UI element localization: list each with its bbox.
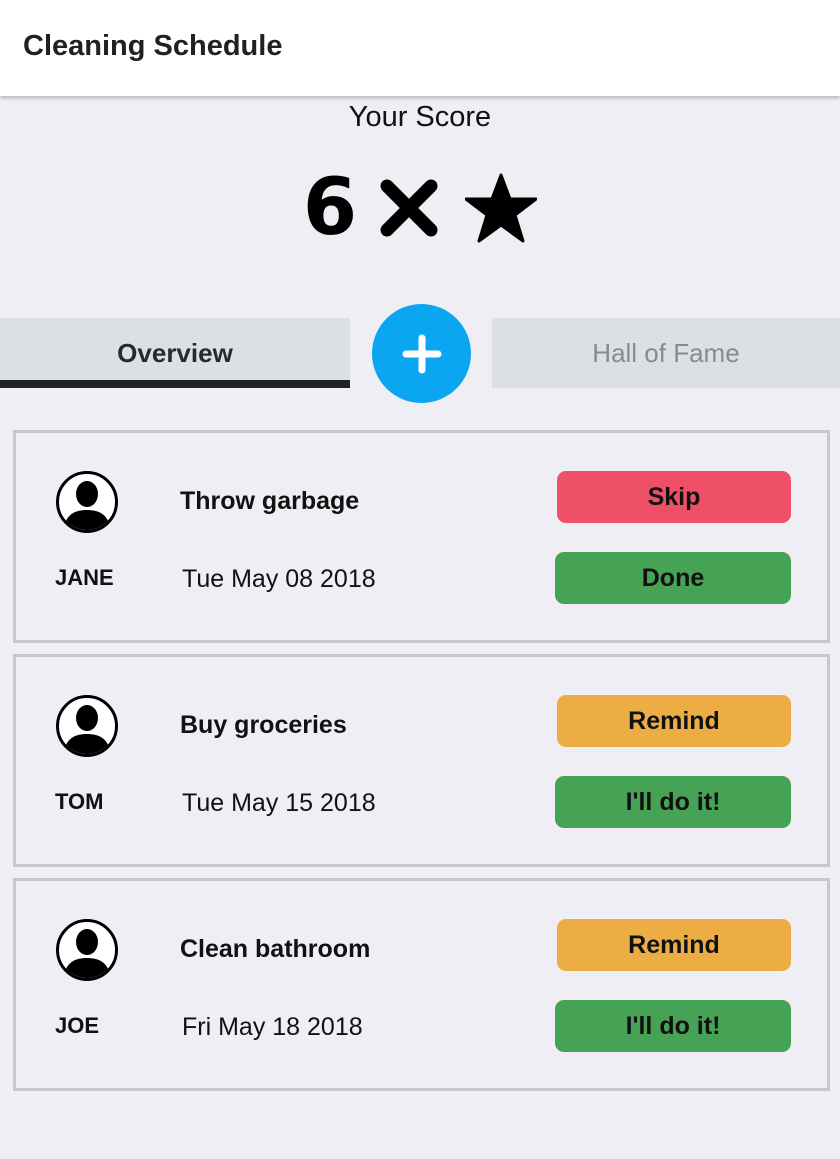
score-display: 6 [0,163,840,253]
avatar-icon [56,471,118,533]
remind-button[interactable]: Remind [557,695,791,747]
ill-do-it-button[interactable]: I'll do it! [555,1000,791,1052]
assignee-name: JOE [55,1013,100,1038]
task-date: Tue May 15 2018 [182,789,376,817]
task-card: JOE Clean bathroom Fri May 18 2018 Remin… [13,878,830,1091]
avatar-icon [56,695,118,757]
score-value: 6 [302,163,358,253]
tab-hall-of-fame-label: Hall of Fame [592,337,740,368]
plus-icon [402,334,441,373]
avatar-icon [56,919,118,981]
ill-do-it-button[interactable]: I'll do it! [555,776,791,828]
tab-overview-label: Overview [117,337,233,368]
task-date: Fri May 18 2018 [182,1013,363,1041]
app-bar: Cleaning Schedule [0,0,840,96]
remind-button[interactable]: Remind [557,919,791,971]
tab-hall-of-fame[interactable]: Hall of Fame [492,318,840,388]
task-date: Tue May 08 2018 [182,565,376,593]
task-card: TOM Buy groceries Tue May 15 2018 Remind… [13,654,830,867]
score-label: Your Score [348,101,492,133]
app-title: Cleaning Schedule [23,30,283,62]
star-icon [465,173,538,243]
skip-button[interactable]: Skip [557,471,791,523]
assignee-name: JANE [55,565,114,590]
times-icon [380,179,438,237]
tab-overview[interactable]: Overview [0,318,350,388]
task-title: Clean bathroom [180,935,371,963]
task-title: Buy groceries [180,711,347,739]
done-button[interactable]: Done [555,552,791,604]
active-tab-indicator [0,380,350,388]
assignee-name: TOM [55,789,104,814]
task-title: Throw garbage [180,487,360,515]
task-card: JANE Throw garbage Tue May 08 2018 Skip … [13,430,830,643]
add-task-button[interactable] [372,304,471,403]
